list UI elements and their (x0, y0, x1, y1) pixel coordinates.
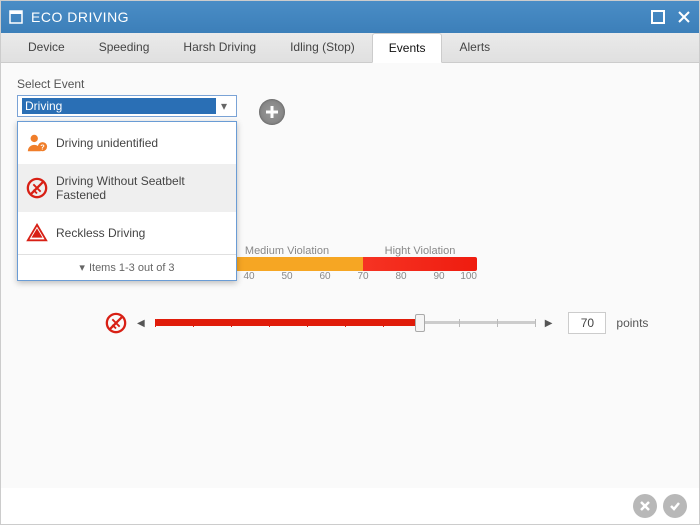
window-icon (9, 10, 23, 24)
option-label: Reckless Driving (56, 226, 145, 240)
dropdown-pager: ▾Items 1-3 out of 3 (18, 254, 236, 280)
select-event-dropdown: ? Driving unidentified Driving Without S… (17, 121, 237, 281)
x-icon (639, 500, 651, 512)
tab-events[interactable]: Events (372, 33, 443, 63)
close-icon[interactable] (677, 10, 691, 24)
tab-alerts[interactable]: Alerts (442, 32, 507, 62)
option-label: Driving Without Seatbelt Fastened (56, 174, 228, 202)
select-event-input[interactable] (22, 98, 216, 114)
footer (1, 488, 699, 524)
titlebar: ECO DRIVING (1, 1, 699, 33)
caret-down-icon: ▾ (79, 262, 85, 274)
points-unit-label: points (616, 316, 648, 330)
high-violation-bar (363, 257, 477, 271)
tab-harsh-driving[interactable]: Harsh Driving (166, 32, 273, 62)
chevron-down-icon[interactable]: ▾ (216, 98, 232, 114)
points-slider[interactable] (155, 315, 535, 331)
high-violation-label: Hight Violation (363, 245, 477, 257)
option-reckless[interactable]: Reckless Driving (18, 212, 236, 254)
no-seatbelt-icon (105, 312, 127, 334)
select-event-combo[interactable]: ▾ (17, 95, 237, 117)
slider-thumb[interactable] (415, 314, 425, 332)
svg-text:?: ? (40, 142, 45, 151)
plus-icon (264, 104, 280, 120)
select-event-label: Select Event (17, 77, 683, 91)
slider-increase-button[interactable]: ▶ (545, 318, 553, 329)
window-title: ECO DRIVING (31, 9, 651, 25)
reckless-icon (26, 222, 48, 244)
check-icon (668, 499, 682, 513)
tab-idling-stop[interactable]: Idling (Stop) (273, 32, 372, 62)
no-seatbelt-icon (26, 177, 48, 199)
cancel-button[interactable] (633, 494, 657, 518)
tabbar: Device Speeding Harsh Driving Idling (St… (1, 33, 699, 63)
option-driving-unidentified[interactable]: ? Driving unidentified (18, 122, 236, 164)
maximize-icon[interactable] (651, 10, 665, 24)
option-label: Driving unidentified (56, 136, 158, 150)
add-button[interactable] (259, 99, 285, 125)
confirm-button[interactable] (663, 494, 687, 518)
option-no-seatbelt[interactable]: Driving Without Seatbelt Fastened (18, 164, 236, 212)
points-input[interactable] (568, 312, 606, 334)
slider-row: ◀ ▶ points (105, 312, 683, 334)
person-question-icon: ? (26, 132, 48, 154)
tab-speeding[interactable]: Speeding (82, 32, 167, 62)
tab-device[interactable]: Device (11, 32, 82, 62)
slider-decrease-button[interactable]: ◀ (137, 318, 145, 329)
